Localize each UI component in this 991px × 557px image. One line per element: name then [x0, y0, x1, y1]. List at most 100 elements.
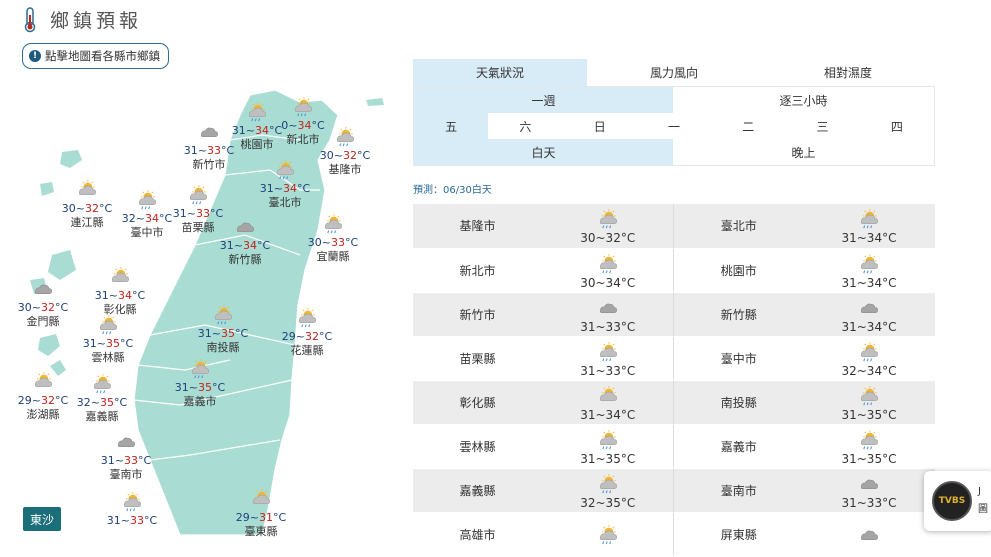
map-city[interactable]: 30~33°C 宜蘭縣 [298, 212, 368, 264]
partly-cloudy-icon [34, 372, 52, 388]
county-name[interactable]: 苗栗縣 [413, 336, 542, 381]
county-temp: 32~35°C [580, 495, 636, 510]
temp-unit: °C [273, 511, 287, 524]
county-name[interactable]: 嘉義縣 [413, 468, 542, 513]
temp-high: 35 [198, 381, 213, 394]
map-city[interactable]: 31~34°C 臺北市 [250, 158, 320, 210]
county-weather: 31~35°C [802, 380, 935, 425]
map-city[interactable]: 31~34°C 彰化縣 [85, 265, 155, 317]
map-city[interactable]: 29~31°C 臺東縣 [226, 487, 296, 539]
county-name[interactable]: 南投縣 [673, 380, 803, 425]
dongsha-button[interactable]: 東沙 [23, 507, 61, 531]
table-row: 新竹市 31~33°C 新竹縣 31~34°C [413, 292, 935, 337]
map-city[interactable]: 30~32°C 基隆市 [310, 125, 380, 177]
county-name[interactable]: 臺中市 [673, 336, 803, 381]
sun-rain-icon [294, 97, 312, 117]
cloudy-icon [599, 303, 617, 313]
temp-unit: °C [55, 301, 69, 314]
tab-weather[interactable]: 天氣狀況 [413, 59, 587, 86]
county-temp: 30~34°C [580, 275, 636, 290]
county-weather: 30~32°C [541, 204, 674, 249]
day-button[interactable]: 六 [488, 113, 562, 139]
map-city-name: 臺南市 [109, 468, 143, 481]
day-button[interactable]: 三 [785, 113, 859, 139]
temp-low: 31 [259, 182, 274, 195]
map-tip-button[interactable]: ! 點擊地圖看各縣市鄉鎮 [22, 43, 169, 69]
day-button[interactable]: 一 [637, 113, 711, 139]
forecast-controls: 一週 逐三小時 五 六 日 一 二 三 四 白天 晚上 [413, 86, 935, 166]
county-name[interactable]: 桃園市 [673, 248, 803, 293]
temp-high: 32 [85, 202, 100, 215]
temp-low: 29 [281, 330, 296, 343]
temp-low: 31 [106, 514, 121, 527]
sun-rain-icon [599, 429, 617, 449]
sun-rain-icon [599, 341, 617, 361]
county-name[interactable]: 臺南市 [673, 468, 803, 513]
partly-cloudy-icon [252, 489, 270, 505]
county-name[interactable]: 基隆市 [413, 204, 542, 249]
tab-humidity[interactable]: 相對濕度 [761, 59, 935, 86]
map-city[interactable]: 31~35°C 雲林縣 [73, 313, 143, 365]
range-week-button[interactable]: 一週 [414, 87, 673, 113]
county-name[interactable]: 屏東縣 [673, 512, 803, 557]
temp-low: 30 [61, 202, 76, 215]
table-row: 嘉義縣 32~35°C 臺南市 31~33°C [413, 468, 935, 513]
sun-rain-icon [214, 305, 232, 325]
county-temp: 31~35°C [841, 451, 897, 466]
sun-rain-icon [138, 190, 156, 210]
temp-low: 31 [174, 381, 189, 394]
temp-high: 35 [221, 327, 236, 340]
temp-unit: °C [99, 202, 113, 215]
map-city-name: 嘉義市 [183, 395, 217, 408]
sun-rain-icon [93, 374, 111, 394]
thermometer-icon [24, 6, 36, 32]
forecast-date-label: 預測：06/30白天 [413, 185, 492, 196]
county-name[interactable]: 彰化縣 [413, 380, 542, 425]
map-city[interactable]: 29~32°C 花蓮縣 [272, 306, 342, 358]
map-city-name: 嘉義縣 [85, 410, 119, 423]
county-weather: 31~33°C [541, 336, 674, 381]
chat-chip[interactable]: TVBS J 圖 [924, 471, 991, 531]
day-button[interactable]: 二 [711, 113, 785, 139]
map-city[interactable]: 31~33°C [97, 490, 167, 528]
county-name[interactable]: 新北市 [413, 248, 542, 293]
temp-low: 31 [172, 207, 187, 220]
map-city[interactable]: 30~32°C 金門縣 [8, 277, 78, 329]
period-night-button[interactable]: 晚上 [673, 139, 934, 165]
map-city[interactable]: 31~35°C 南投縣 [188, 303, 258, 355]
cloudy-icon [200, 127, 218, 138]
range-3hour-button[interactable]: 逐三小時 [673, 87, 934, 113]
map-city[interactable]: 31~34°C 新竹縣 [210, 215, 280, 267]
temp-low: 32 [121, 212, 136, 225]
county-name[interactable]: 嘉義市 [673, 424, 803, 469]
period-day-button[interactable]: 白天 [414, 139, 673, 165]
temp-high: 32 [305, 330, 320, 343]
temp-unit: °C [257, 239, 271, 252]
county-name[interactable]: 新竹市 [413, 292, 542, 337]
day-button[interactable]: 日 [563, 113, 637, 139]
map-city[interactable]: 31~35°C 嘉義市 [165, 357, 235, 409]
page-header: 鄉鎮預報 [22, 6, 142, 33]
county-name[interactable]: 高雄市 [413, 512, 542, 557]
map-city[interactable]: 31~33°C 臺南市 [91, 430, 161, 482]
county-name[interactable]: 新竹縣 [673, 292, 803, 337]
tab-wind[interactable]: 風力風向 [587, 59, 761, 86]
map-city-temp: 31~33°C [100, 454, 152, 467]
map-city-name: 新竹市 [192, 158, 226, 171]
day-button[interactable]: 五 [414, 113, 489, 139]
county-name[interactable]: 雲林縣 [413, 424, 542, 469]
temp-low: 31 [231, 124, 246, 137]
map-city[interactable]: 32~35°C 嘉義縣 [67, 372, 137, 424]
cloudy-icon [117, 437, 135, 448]
table-row: 雲林縣 31~35°C 嘉義市 31~35°C [413, 424, 935, 469]
partly-cloudy-icon [111, 267, 129, 283]
temp-high: 33 [331, 236, 346, 249]
temp-unit: °C [144, 514, 158, 527]
taiwan-map[interactable]: 30~32°C 連江縣 32~34°C 臺中市 31~33°C 苗栗縣 31~33°C 新竹市… [0, 80, 400, 538]
chip-text: 圖 [978, 504, 988, 515]
day-button[interactable]: 四 [860, 113, 934, 139]
map-city-temp: 29~32°C [281, 330, 333, 343]
county-temp: 31~33°C [580, 319, 636, 334]
county-weather: 31~33°C [541, 292, 674, 337]
county-name[interactable]: 臺北市 [673, 204, 803, 249]
